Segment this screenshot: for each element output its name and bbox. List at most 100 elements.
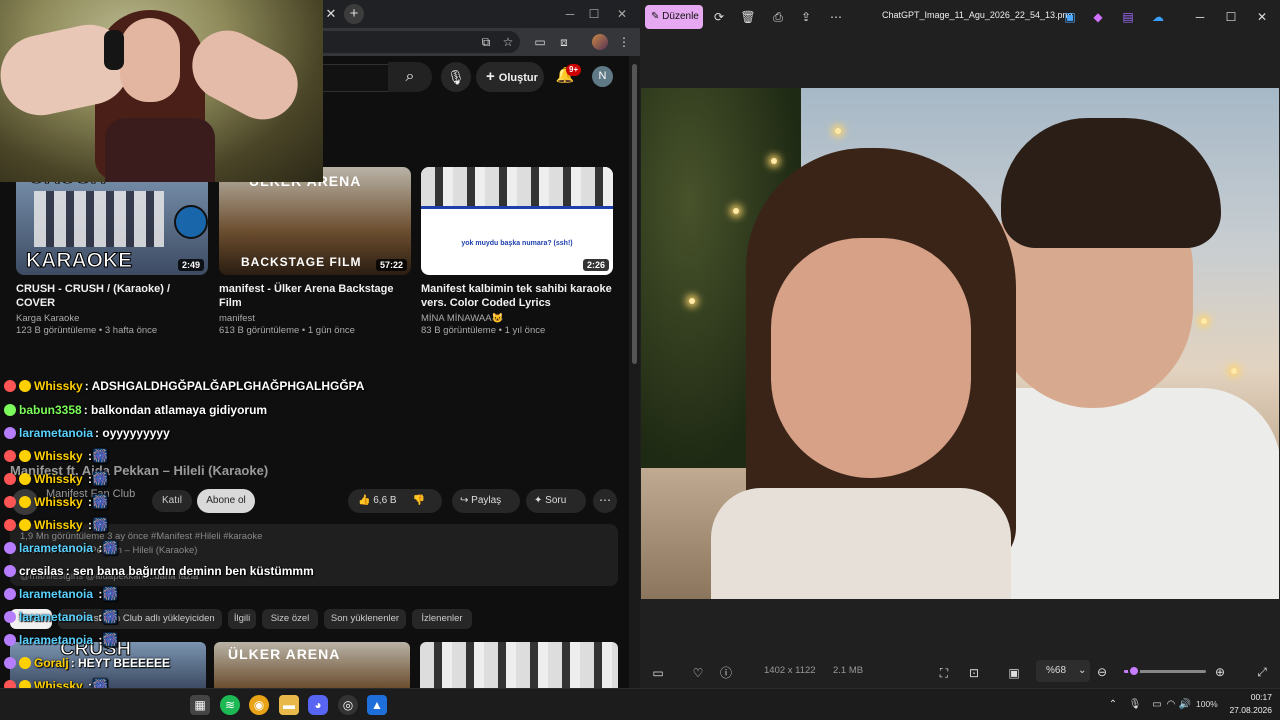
folder-icon[interactable]: ▬ [279,695,299,715]
voice-search-button[interactable]: 🎙 [441,62,471,92]
chat-badge-icon [4,542,16,554]
monitor-icon[interactable]: ▭ [1150,698,1164,712]
chat-message: babun3358: balkondan atlamaya gidiyorum [4,400,267,420]
app-icon[interactable]: ▤ [1120,9,1136,25]
page-scrollbar[interactable] [629,56,640,688]
cast-icon[interactable]: ⧉ [478,34,494,50]
chat-message: larametanoia: oyyyyyyyyy [4,423,170,443]
chat-badge-icon [4,380,16,392]
obs-icon[interactable]: ◎ [338,695,358,715]
video-title[interactable]: manifest - Ülker Arena Backstage Film [219,282,413,310]
video-title[interactable]: Manifest kalbimin tek sahibi karaoke ver… [421,282,615,310]
chat-username[interactable]: Whissky [34,449,83,463]
photo-content [835,128,841,134]
reader-icon[interactable]: ▭ [532,34,548,50]
zoom-slider-thumb[interactable] [1128,665,1140,677]
app-icon[interactable]: ▣ [1062,9,1078,25]
chrome-icon[interactable]: ◉ [249,695,269,715]
bookmark-star-icon[interactable]: ☆ [500,34,516,50]
video-views: 123 B görüntüleme • 3 hafta önce [16,325,158,336]
clock-date[interactable]: 27.08.2026 [1222,705,1272,715]
mic-icon[interactable]: 🎙 [1128,698,1142,712]
extensions-icon[interactable]: ⧈ [556,34,572,50]
thumbnail-text: BACKSTAGE FILM [241,255,362,269]
more-actions-button[interactable]: ⋯ [593,489,617,513]
chat-username[interactable]: larametanoia [19,610,93,624]
wifi-icon[interactable]: ◠ [1164,698,1178,712]
info-icon[interactable]: ⓘ [718,665,734,681]
chat-username[interactable]: Whissky [34,495,83,509]
crop-icon[interactable]: ⛶ [936,665,952,681]
account-avatar[interactable]: N [592,66,613,87]
chat-username[interactable]: larametanoia [19,541,93,555]
video-card[interactable]: ÜLKER ARENA BACKSTAGE FILM 57:22 manifes… [219,167,413,337]
video-title[interactable]: CRUSH - CRUSH / (Karaoke) / COVER [16,282,210,310]
zoom-dropdown[interactable]: %68 ⌄ [1036,660,1090,682]
video-card[interactable]: yok muydu başka numara? (ssh!) 2:26 Mani… [421,167,615,337]
clock-time[interactable]: 00:17 [1232,692,1272,702]
zoom-in-icon[interactable]: ⊕ [1212,664,1228,680]
rotate-icon[interactable]: ⟳ [711,9,727,25]
volume-icon[interactable]: 🔊 [1178,698,1192,712]
filmstrip-icon[interactable]: ▭ [650,665,666,681]
fullscreen-icon[interactable]: ⤢ [1254,664,1270,680]
maximize-icon[interactable]: ☐ [1223,9,1239,25]
photos-app-icon[interactable]: ▲ [367,695,387,715]
chat-username[interactable]: Whissky [34,518,83,532]
chat-username[interactable]: babun3358 [19,403,82,417]
close-window-icon[interactable]: ✕ [1254,9,1270,25]
ask-button[interactable]: ✦ Soru [526,489,586,513]
video-card[interactable]: CRUSH KARAOKE 2:49 CRUSH - CRUSH / (Kara… [16,167,210,337]
chat-username[interactable]: larametanoia [19,633,93,647]
close-tab-icon[interactable]: ✕ [322,5,340,23]
search-input[interactable] [320,64,388,92]
delete-icon[interactable]: 🗑 [740,9,756,25]
battery-level[interactable]: 100% [1196,699,1218,709]
minimize-icon[interactable]: ─ [1192,9,1208,25]
chat-username[interactable]: larametanoia [19,426,93,440]
taskview-icon[interactable]: ▦ [190,695,210,715]
edit-button[interactable]: ✎ Düzenle [645,5,703,29]
video-channel[interactable]: manifest [219,313,413,325]
close-window-icon[interactable]: ✕ [608,4,636,24]
cloud-icon[interactable]: ☁ [1150,9,1166,25]
video-duration: 57:22 [375,259,407,271]
browser-menu-icon[interactable]: ⋮ [616,34,632,50]
chat-text: : sen bana bağırdın deminn ben küstümmm [65,564,314,578]
chat-username[interactable]: cresilas [19,564,64,578]
video-channel[interactable]: Karga Karaoke [16,313,210,325]
viewer-status-bar: ▭ ♡ ⓘ 1402 x 1122 2.1 MB ⛶ ⊡ ▣ %68 ⌄ ⊖ ⊕ … [640,655,1280,688]
actual-size-icon[interactable]: ▣ [1006,665,1022,681]
scrollbar-thumb[interactable] [632,64,637,364]
search-button[interactable]: ⌕ [388,62,432,92]
chat-username[interactable]: Goralj [34,656,69,670]
chat-message: larametanoia :🎆 [4,538,119,558]
chat-message: cresilas: sen bana bağırdın deminn ben k… [4,561,314,581]
favorite-heart-icon[interactable]: ♡ [690,665,706,681]
chat-badge-icon [19,450,31,462]
fit-icon[interactable]: ⊡ [966,665,982,681]
print-icon[interactable]: ⎙ [770,9,786,25]
video-thumbnail[interactable]: ÜLKER ARENA BACKSTAGE FILM 57:22 [219,167,411,275]
chat-username[interactable]: larametanoia [19,587,93,601]
video-thumbnail[interactable]: yok muydu başka numara? (ssh!) 2:26 [421,167,613,275]
app-icon[interactable]: ◆ [1090,9,1106,25]
video-channel[interactable]: MİNA MİNAWAA😺 [421,313,615,325]
chat-message: Whissky :🎆 [4,446,108,466]
discord-icon[interactable]: ◕ [308,695,328,715]
chat-username[interactable]: Whissky [34,379,83,393]
new-tab-button[interactable]: + [344,4,364,24]
zoom-out-icon[interactable]: ⊖ [1094,664,1110,680]
displayed-photo[interactable] [641,88,1279,599]
chevron-up-icon[interactable]: ⌃ [1106,698,1120,712]
create-button[interactable]: + Oluştur [476,62,544,92]
share-icon[interactable]: ⇪ [798,9,814,25]
thumbnail-text: yok muydu başka numara? (ssh!) [461,240,573,247]
chat-username[interactable]: Whissky [34,472,83,486]
maximize-icon[interactable]: ☐ [580,4,608,24]
video-thumbnail[interactable]: CRUSH KARAOKE 2:49 [16,167,208,275]
spotify-icon[interactable]: ≋ [220,695,240,715]
profile-avatar[interactable] [592,34,608,50]
video-views: 613 B görüntüleme • 1 gün önce [219,325,355,336]
more-icon[interactable]: ⋯ [828,9,844,25]
